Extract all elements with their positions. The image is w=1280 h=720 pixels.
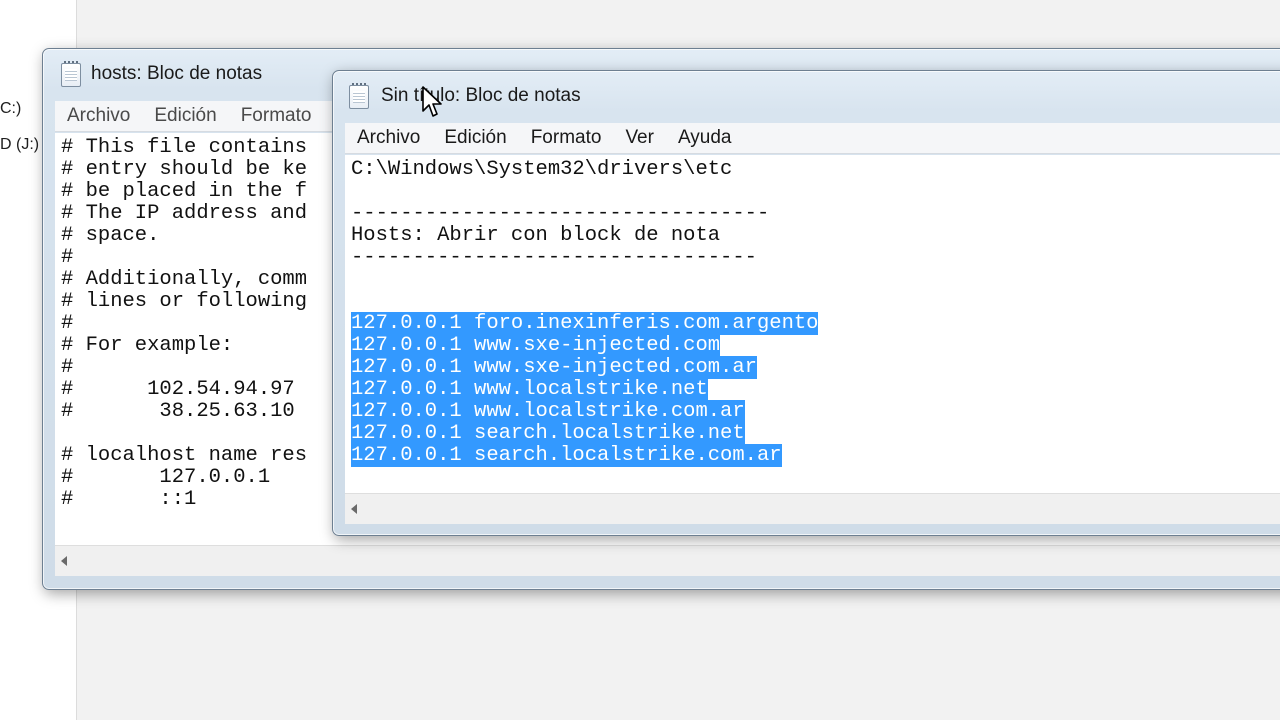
text-line-content: # This file contains	[61, 136, 308, 159]
text-line-content: #	[61, 246, 74, 269]
text-line-content: 127.0.0.1 www.localstrike.com.ar	[351, 400, 745, 423]
text-line: 127.0.0.1 search.localstrike.net	[351, 422, 1280, 445]
scroll-left-arrow-icon[interactable]	[351, 504, 357, 514]
mouse-pointer-icon	[422, 86, 442, 117]
text-line-content: 127.0.0.1 www.sxe-injected.com.ar	[351, 356, 757, 379]
text-line-content: ----------------------------------	[351, 202, 770, 225]
menu-edicion[interactable]: Edición	[432, 123, 518, 153]
scroll-left-arrow-icon[interactable]	[61, 556, 67, 566]
text-line: 127.0.0.1 foro.inexinferis.com.argento	[351, 312, 1280, 335]
text-line-content: # localhost name res	[61, 444, 308, 467]
menu-ver[interactable]: Ver	[613, 123, 666, 153]
text-editor[interactable]: C:\Windows\System32\drivers\etc ---------…	[345, 155, 1280, 493]
text-line: 127.0.0.1 search.localstrike.com.ar	[351, 444, 1280, 467]
text-line-content: # be placed in the f	[61, 180, 308, 203]
menu-edicion[interactable]: Edición	[142, 101, 228, 131]
text-line	[351, 181, 1280, 203]
menu-bar: Archivo Edición Formato Ver Ayuda	[345, 123, 1280, 154]
text-line: C:\Windows\System32\drivers\etc	[351, 159, 1280, 181]
text-line-content: 127.0.0.1 foro.inexinferis.com.argento	[351, 312, 819, 335]
untitled-notepad-window[interactable]: Sin título: Bloc de notas Archivo Edición…	[332, 70, 1280, 536]
drive-j-label[interactable]: D (J:)	[0, 136, 39, 154]
text-line-content: 127.0.0.1 search.localstrike.net	[351, 422, 745, 445]
menu-ayuda[interactable]: Ayuda	[666, 123, 744, 153]
text-line-content: # Additionally, comm	[61, 268, 308, 291]
text-line-content: C:\Windows\System32\drivers\etc	[351, 158, 733, 181]
text-line: 127.0.0.1 www.localstrike.com.ar	[351, 400, 1280, 423]
horizontal-scrollbar[interactable]	[55, 545, 1280, 576]
text-line-content: 127.0.0.1 www.sxe-injected.com	[351, 334, 721, 357]
notepad-icon	[349, 83, 369, 109]
text-line-content: # The IP address and	[61, 202, 308, 225]
horizontal-scrollbar[interactable]	[345, 493, 1280, 524]
text-line-content: # lines or following	[61, 290, 308, 313]
window-title: hosts: Bloc de notas	[91, 63, 263, 84]
text-line: Hosts: Abrir con block de nota	[351, 225, 1280, 247]
text-line-content: Hosts: Abrir con block de nota	[351, 224, 721, 247]
text-line-content: #	[61, 312, 74, 335]
text-line-content: ---------------------------------	[351, 246, 757, 269]
text-line-content: #	[61, 356, 74, 379]
text-line-content: # space.	[61, 224, 160, 247]
notepad-icon	[61, 61, 81, 87]
text-line-content: 127.0.0.1 search.localstrike.com.ar	[351, 444, 782, 467]
menu-archivo[interactable]: Archivo	[55, 101, 142, 131]
text-line-content: # entry should be ke	[61, 158, 308, 181]
menu-archivo[interactable]: Archivo	[345, 123, 432, 153]
text-line: 127.0.0.1 www.localstrike.net	[351, 378, 1280, 401]
text-line-content: # 102.54.94.97	[61, 378, 295, 401]
text-line-content: 127.0.0.1 www.localstrike.net	[351, 378, 708, 401]
text-line-content: # ::1	[61, 488, 197, 511]
text-line: 127.0.0.1 www.sxe-injected.com.ar	[351, 356, 1280, 379]
window-title: Sin título: Bloc de notas	[381, 85, 581, 106]
menu-formato[interactable]: Formato	[229, 101, 324, 131]
drive-c-label[interactable]: C:)	[0, 100, 21, 118]
text-line-content: # 38.25.63.10	[61, 400, 295, 423]
text-line-content: # 127.0.0.1	[61, 466, 271, 489]
text-line: 127.0.0.1 www.sxe-injected.com	[351, 334, 1280, 357]
text-line-content: # For example:	[61, 334, 234, 357]
menu-formato[interactable]: Formato	[519, 123, 614, 153]
text-line: ----------------------------------	[351, 203, 1280, 225]
text-line	[351, 291, 1280, 313]
text-line: ---------------------------------	[351, 247, 1280, 269]
text-line	[351, 269, 1280, 291]
